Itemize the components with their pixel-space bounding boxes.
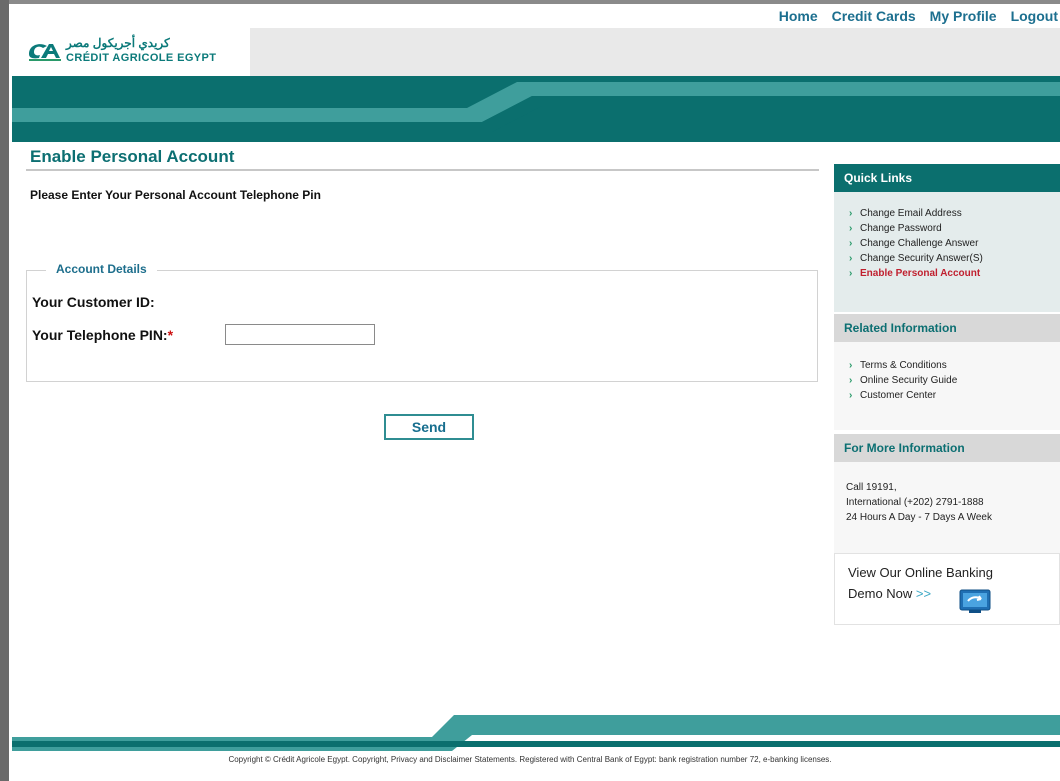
quick-link-change-challenge-answer[interactable]: Change Challenge Answer — [846, 236, 1048, 251]
nav-credit-cards-link[interactable]: Credit Cards — [832, 8, 916, 24]
related-information-title: Related Information — [834, 314, 1060, 342]
telephone-pin-input[interactable] — [225, 324, 375, 345]
telephone-pin-label: Your Telephone PIN:* — [32, 327, 173, 343]
contact-hours-line: 24 Hours A Day - 7 Days A Week — [846, 512, 992, 523]
instruction-text: Please Enter Your Personal Account Telep… — [30, 188, 321, 202]
more-information-panel: For More Information Call 19191, Interna… — [834, 434, 1060, 560]
demo-text-line2[interactable]: Demo Now >> — [848, 586, 931, 601]
related-link-security-guide[interactable]: Online Security Guide — [846, 373, 1048, 388]
logo-latin-name: CRÉDIT AGRICOLE EGYPT — [66, 52, 217, 64]
telephone-pin-label-text: Your Telephone PIN: — [32, 327, 168, 343]
required-marker: * — [167, 327, 174, 343]
nav-my-profile-link[interactable]: My Profile — [930, 8, 997, 24]
demo-now-link[interactable]: Demo Now — [848, 586, 912, 601]
online-banking-demo-box[interactable]: View Our Online Banking Demo Now >> — [834, 553, 1060, 625]
credit-agricole-logo-icon — [29, 44, 61, 61]
contact-international-line: International (+202) 2791-1888 — [846, 497, 984, 508]
header-decorative-band — [12, 76, 1060, 142]
related-links-list: Terms & Conditions Online Security Guide… — [846, 358, 1048, 403]
footer-decorative-band — [12, 715, 1060, 751]
nav-logout-link[interactable]: Logout — [1011, 8, 1058, 24]
fieldset-legend: Account Details — [46, 262, 157, 276]
window-top-border — [9, 0, 1060, 4]
contact-call-line: Call 19191, — [846, 482, 897, 493]
demo-arrows: >> — [915, 586, 932, 601]
quick-link-enable-personal-account[interactable]: Enable Personal Account — [846, 266, 1048, 281]
account-details-fieldset — [26, 270, 818, 382]
title-divider — [26, 169, 819, 171]
quick-links-body: Change Email Address Change Password Cha… — [834, 192, 1060, 312]
logo-arabic-name: كريدي أجريكول مصر — [66, 36, 170, 50]
top-navigation: Home Credit Cards My Profile Logout — [779, 8, 1058, 24]
customer-id-value — [222, 290, 382, 300]
related-link-terms[interactable]: Terms & Conditions — [846, 358, 1048, 373]
quick-links-title: Quick Links — [834, 164, 1060, 192]
demo-monitor-icon — [959, 589, 991, 613]
page-title: Enable Personal Account — [30, 147, 235, 166]
nav-home-link[interactable]: Home — [779, 8, 818, 24]
window-left-border — [0, 0, 9, 781]
related-information-body: Terms & Conditions Online Security Guide… — [834, 342, 1060, 430]
send-button[interactable]: Send — [384, 414, 474, 440]
demo-text-line1: View Our Online Banking — [848, 565, 994, 580]
more-information-body: Call 19191, International (+202) 2791-18… — [834, 462, 1060, 560]
customer-id-label: Your Customer ID: — [32, 294, 155, 310]
quick-link-change-email[interactable]: Change Email Address — [846, 206, 1048, 221]
quick-link-change-security-answer[interactable]: Change Security Answer(S) — [846, 251, 1048, 266]
more-information-title: For More Information — [834, 434, 1060, 462]
footer-copyright: Copyright © Crédit Agricole Egypt. Copyr… — [228, 755, 832, 764]
quick-links-panel: Quick Links Change Email Address Change … — [834, 164, 1060, 312]
quick-links-list: Change Email Address Change Password Cha… — [846, 206, 1048, 281]
quick-link-change-password[interactable]: Change Password — [846, 221, 1048, 236]
related-link-customer-center[interactable]: Customer Center — [846, 388, 1048, 403]
related-information-panel: Related Information Terms & Conditions O… — [834, 314, 1060, 430]
